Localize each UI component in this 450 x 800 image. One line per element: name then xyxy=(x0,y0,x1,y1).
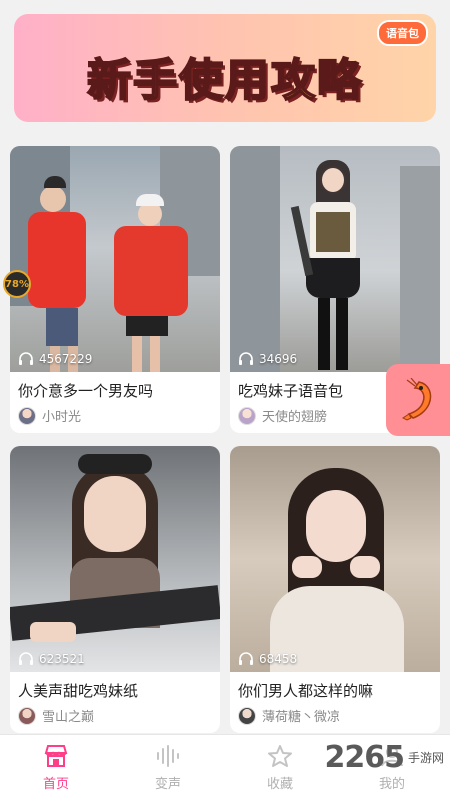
tab-home[interactable]: 首页 xyxy=(16,743,96,792)
floating-shrimp-button[interactable] xyxy=(386,364,450,436)
tab-label: 收藏 xyxy=(266,777,293,792)
card-cover-image: 4567229 xyxy=(10,146,220,372)
headphones-icon xyxy=(239,652,253,665)
avatar xyxy=(18,406,36,425)
voice-pack-card[interactable]: 4567229 你介意多一个男友吗 小时光 xyxy=(10,146,220,433)
play-count-value: 623521 xyxy=(39,652,85,666)
tab-label: 我的 xyxy=(378,777,405,792)
shrimp-icon xyxy=(402,378,432,421)
card-author: 小时光 xyxy=(18,406,81,425)
headphones-icon xyxy=(19,652,33,665)
play-count: 34696 xyxy=(238,352,297,366)
card-author: 天使的翅膀 xyxy=(238,406,327,425)
avatar xyxy=(238,706,256,725)
author-name: 小时光 xyxy=(42,410,82,425)
card-title: 你介意多一个男友吗 xyxy=(18,382,154,400)
banner-title: 新手使用攻略 xyxy=(86,54,363,107)
tab-favorites[interactable]: 收藏 xyxy=(240,743,320,792)
play-count: 623521 xyxy=(18,652,85,666)
voice-pack-card[interactable]: 623521 人美声甜吃鸡妹纸 雪山之巅 xyxy=(10,446,220,733)
play-count-value: 68458 xyxy=(259,652,298,666)
tab-voice-change[interactable]: 变声 xyxy=(128,743,208,792)
voice-pack-card[interactable]: 68458 你们男人都这样的嘛 薄荷糖丶微凉 xyxy=(230,446,440,733)
site-watermark: 2265 手游网 xyxy=(324,740,444,775)
card-author: 雪山之巅 xyxy=(18,706,94,725)
tab-label: 变声 xyxy=(154,777,181,792)
banner-badge: 语音包 xyxy=(377,20,428,46)
waveform-icon xyxy=(157,745,179,767)
headphones-icon xyxy=(19,352,33,365)
star-icon xyxy=(268,745,292,767)
guide-banner[interactable]: 新手使用攻略 语音包 xyxy=(14,14,436,122)
card-author: 薄荷糖丶微凉 xyxy=(238,706,340,725)
author-name: 雪山之巅 xyxy=(42,710,95,725)
card-title: 你们男人都这样的嘛 xyxy=(238,682,374,700)
author-name: 薄荷糖丶微凉 xyxy=(262,710,341,725)
play-count-value: 34696 xyxy=(259,352,298,366)
card-title: 人美声甜吃鸡妹纸 xyxy=(18,682,139,700)
avatar xyxy=(238,406,256,425)
card-cover-image: 34696 xyxy=(230,146,440,372)
play-count: 4567229 xyxy=(18,352,92,366)
card-title: 吃鸡妹子语音包 xyxy=(238,382,344,400)
watermark-number: 2265 xyxy=(324,740,404,775)
watermark-site: 手游网 xyxy=(407,751,444,765)
author-name: 天使的翅膀 xyxy=(262,410,328,425)
tab-label: 首页 xyxy=(42,777,69,792)
card-cover-image: 623521 xyxy=(10,446,220,672)
play-count: 68458 xyxy=(238,652,297,666)
play-count-value: 4567229 xyxy=(39,352,93,366)
card-cover-image: 68458 xyxy=(230,446,440,672)
avatar xyxy=(18,706,36,725)
shop-icon xyxy=(44,745,68,767)
progress-badge[interactable]: 78% xyxy=(3,270,31,298)
headphones-icon xyxy=(239,352,253,365)
